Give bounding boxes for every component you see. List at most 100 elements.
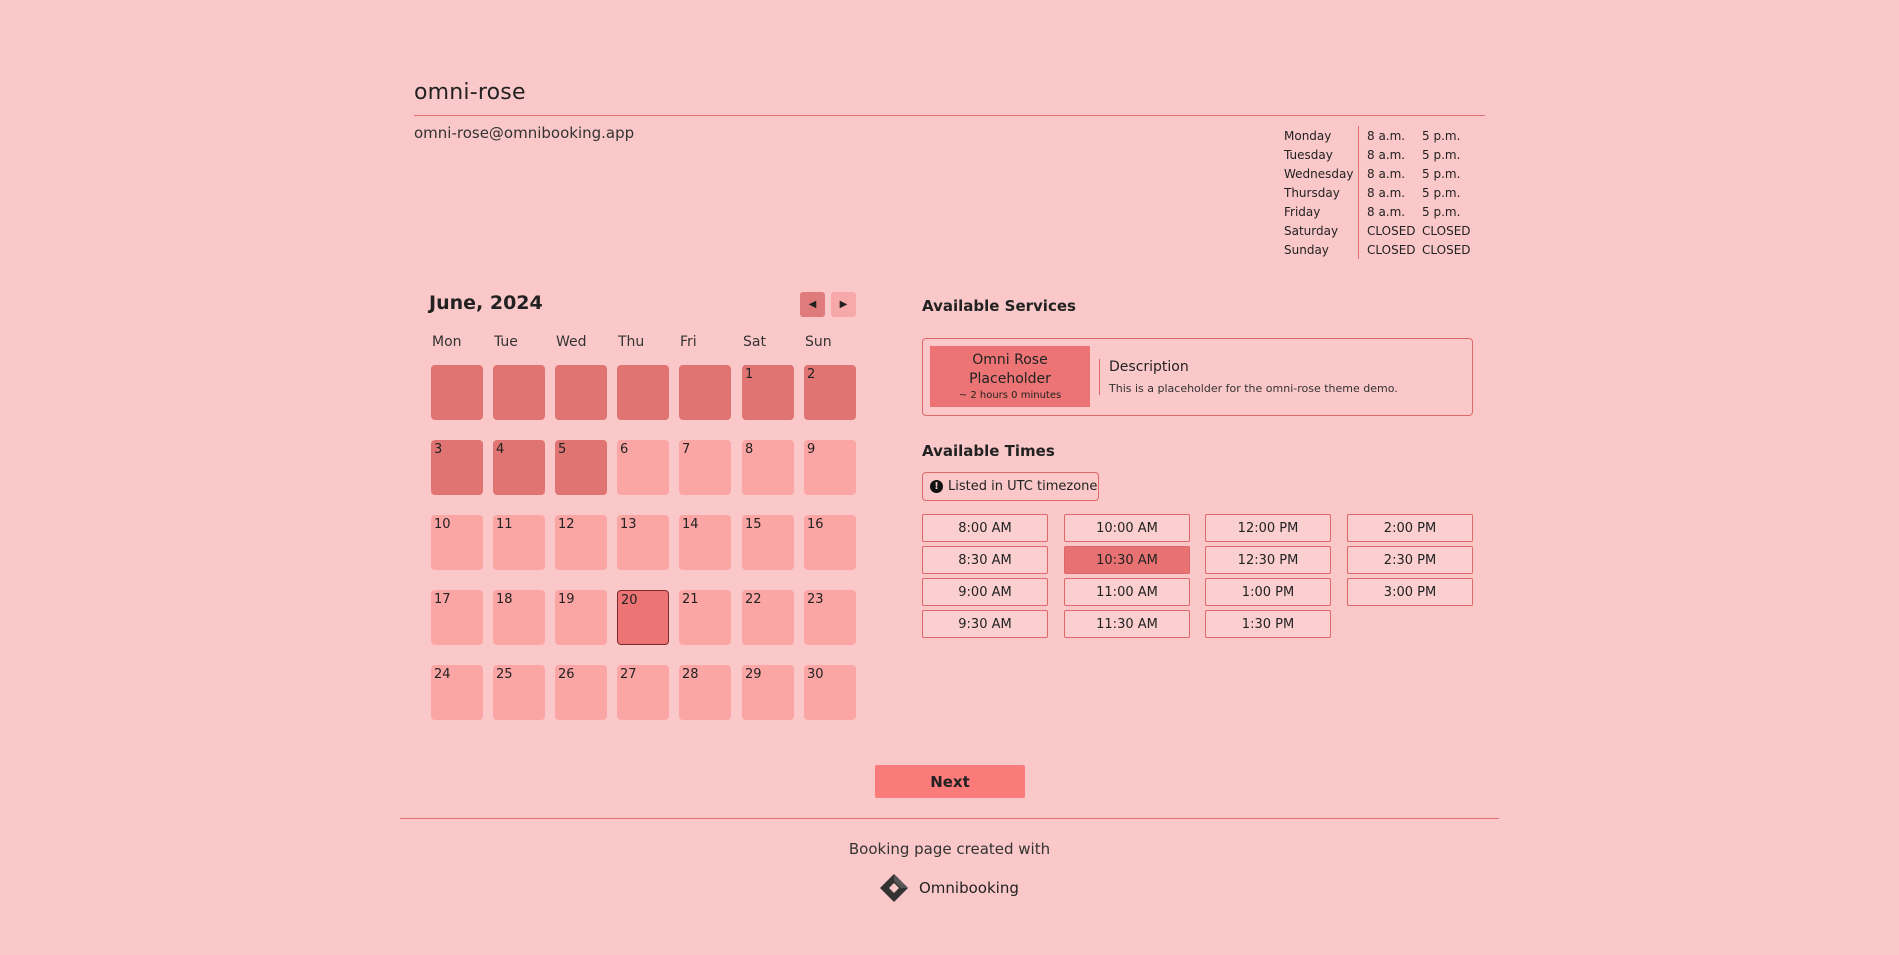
calendar-day-18[interactable]: 18 (493, 590, 545, 645)
calendar-day-21[interactable]: 21 (679, 590, 731, 645)
timezone-note: ! Listed in UTC timezone (922, 472, 1099, 501)
time-slot-button[interactable]: 10:00 AM (1064, 514, 1190, 542)
calendar-day-19[interactable]: 19 (555, 590, 607, 645)
hours-close: 5 p.m. (1422, 166, 1461, 181)
time-slot-button[interactable]: 12:00 PM (1205, 514, 1331, 542)
weekday-label: Sat (743, 334, 766, 350)
contact-email: omni-rose@omnibooking.app (414, 124, 635, 142)
footer-text: Booking page created with (848, 840, 1051, 858)
hours-row: Wednesday 8 a.m. 5 p.m. (1280, 164, 1482, 183)
prev-month-button[interactable]: ◀ (800, 292, 825, 317)
hours-row: Saturday CLOSED CLOSED (1280, 221, 1482, 240)
time-slot-button[interactable]: 10:30 AM (1064, 546, 1190, 574)
hours-open: 8 a.m. (1367, 166, 1406, 181)
calendar-day-12[interactable]: 12 (555, 515, 607, 570)
time-slot-button[interactable]: 3:00 PM (1347, 578, 1473, 606)
next-button[interactable]: Next (875, 765, 1025, 798)
footer-divider (400, 818, 1499, 819)
hours-close: CLOSED (1422, 242, 1471, 257)
service-option[interactable]: Omni Rose Placeholder ~ 2 hours 0 minute… (922, 338, 1473, 416)
brand-name: Omnibooking (919, 879, 1019, 897)
service-duration: ~ 2 hours 0 minutes (958, 390, 1062, 401)
service-name: Omni Rose Placeholder (969, 352, 1051, 387)
hours-row: Thursday 8 a.m. 5 p.m. (1280, 183, 1482, 202)
timezone-text: Listed in UTC timezone (948, 479, 1098, 494)
caret-right-icon: ▶ (839, 299, 848, 310)
calendar-day-13[interactable]: 13 (617, 515, 669, 570)
calendar-day-6[interactable]: 6 (617, 440, 669, 495)
calendar-day-8[interactable]: 8 (742, 440, 794, 495)
calendar-day-17[interactable]: 17 (431, 590, 483, 645)
calendar-day-4: 4 (493, 440, 545, 495)
hours-row: Tuesday 8 a.m. 5 p.m. (1280, 145, 1482, 164)
calendar-day-28[interactable]: 28 (679, 665, 731, 720)
calendar-day-5: 5 (555, 440, 607, 495)
service-card[interactable]: Omni Rose Placeholder ~ 2 hours 0 minute… (930, 346, 1090, 407)
time-slot-button[interactable]: 1:00 PM (1205, 578, 1331, 606)
info-alert-icon: ! (930, 480, 943, 493)
calendar-blank-cell (431, 365, 483, 420)
time-slot-button[interactable]: 9:30 AM (922, 610, 1048, 638)
omnibooking-logo-icon (880, 874, 908, 902)
calendar-day-26[interactable]: 26 (555, 665, 607, 720)
calendar-day-16[interactable]: 16 (804, 515, 856, 570)
weekday-label: Wed (556, 334, 587, 350)
hours-day: Friday (1284, 204, 1321, 219)
time-slot-button[interactable]: 2:30 PM (1347, 546, 1473, 574)
calendar-day-20[interactable]: 20 (617, 590, 669, 645)
hours-day: Saturday (1284, 223, 1339, 238)
calendar-day-2: 2 (804, 365, 856, 420)
calendar-day-7[interactable]: 7 (679, 440, 731, 495)
time-slot-button[interactable]: 8:30 AM (922, 546, 1048, 574)
weekday-label: Mon (432, 334, 462, 350)
calendar-day-3: 3 (431, 440, 483, 495)
month-name: June (429, 292, 477, 314)
time-slot-button[interactable]: 1:30 PM (1205, 610, 1331, 638)
weekday-label: Tue (494, 334, 518, 350)
hours-row: Monday 8 a.m. 5 p.m. (1280, 126, 1482, 145)
calendar-day-25[interactable]: 25 (493, 665, 545, 720)
hours-open: CLOSED (1367, 223, 1416, 238)
calendar-day-27[interactable]: 27 (617, 665, 669, 720)
hours-day: Tuesday (1284, 147, 1333, 162)
service-description-heading: Description (1109, 359, 1189, 375)
calendar-day-14[interactable]: 14 (679, 515, 731, 570)
calendar-blank-cell (493, 365, 545, 420)
hours-row: Friday 8 a.m. 5 p.m. (1280, 202, 1482, 221)
time-slot-button[interactable]: 8:00 AM (922, 514, 1048, 542)
calendar-day-15[interactable]: 15 (742, 515, 794, 570)
hours-close: 5 p.m. (1422, 128, 1461, 143)
hours-open: 8 a.m. (1367, 185, 1406, 200)
weekday-label: Fri (680, 334, 697, 350)
page-title: omni-rose (414, 80, 526, 105)
time-slot-button[interactable]: 9:00 AM (922, 578, 1048, 606)
hours-close: 5 p.m. (1422, 147, 1461, 162)
time-slot-button[interactable]: 12:30 PM (1205, 546, 1331, 574)
calendar-day-1: 1 (742, 365, 794, 420)
weekday-label: Sun (805, 334, 832, 350)
calendar-day-11[interactable]: 11 (493, 515, 545, 570)
time-slot-button[interactable]: 11:00 AM (1064, 578, 1190, 606)
hours-open: 8 a.m. (1367, 128, 1406, 143)
hours-day: Wednesday (1284, 166, 1354, 181)
calendar-day-30[interactable]: 30 (804, 665, 856, 720)
business-hours: Monday 8 a.m. 5 p.m. Tuesday 8 a.m. 5 p.m. Wed… (1280, 126, 1482, 259)
title-divider (414, 115, 1485, 116)
hours-day: Thursday (1284, 185, 1340, 200)
time-slot-button[interactable]: 2:00 PM (1347, 514, 1473, 542)
calendar-day-22[interactable]: 22 (742, 590, 794, 645)
calendar-day-23[interactable]: 23 (804, 590, 856, 645)
calendar-blank-cell (617, 365, 669, 420)
hours-row: Sunday CLOSED CLOSED (1280, 240, 1482, 259)
next-month-button[interactable]: ▶ (831, 292, 856, 317)
calendar-day-10[interactable]: 10 (431, 515, 483, 570)
time-slot-button[interactable]: 11:30 AM (1064, 610, 1190, 638)
services-heading: Available Services (922, 297, 1076, 315)
calendar-day-24[interactable]: 24 (431, 665, 483, 720)
brand-link[interactable]: Omnibooking (880, 874, 1019, 902)
service-description: This is a placeholder for the omni-rose … (1109, 382, 1398, 395)
hours-close: CLOSED (1422, 223, 1471, 238)
calendar-day-29[interactable]: 29 (742, 665, 794, 720)
calendar-day-9[interactable]: 9 (804, 440, 856, 495)
hours-day: Sunday (1284, 242, 1329, 257)
